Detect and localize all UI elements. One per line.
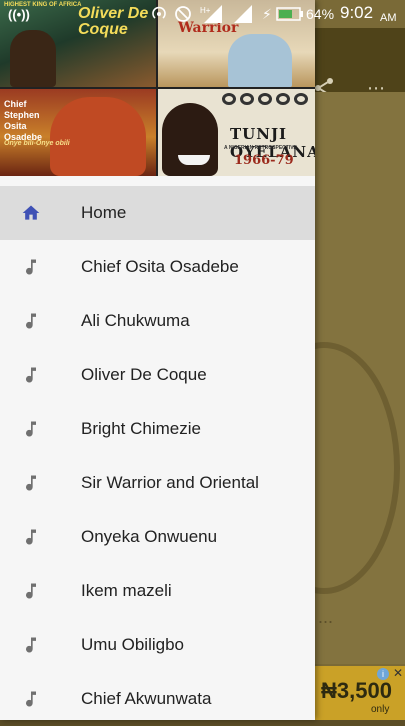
cover-subtitle: A NIGERIAN RETROSPECTIVE [224, 145, 297, 151]
cover-decoration [222, 93, 312, 105]
cover-title: Chief Stephen Osita Osadebe [4, 99, 43, 142]
menu-item-bright-chimezie[interactable]: Bright Chimezie [0, 402, 315, 456]
cover-figure [228, 34, 292, 87]
menu-item-sir-warrior[interactable]: Sir Warrior and Oriental [0, 456, 315, 510]
home-icon [22, 205, 40, 220]
drawer-menu: Home Chief Osita Osadebe Ali Chukwuma Ol… [0, 186, 315, 726]
music-note-icon [26, 475, 36, 491]
cover-script: Onye bili-Onye obili [4, 140, 70, 147]
music-note-icon [26, 367, 36, 383]
cover-figure [50, 97, 146, 176]
ad-close-icon[interactable]: ✕ [393, 666, 403, 680]
signal-icon [232, 4, 254, 24]
menu-item-oliver-de-coque[interactable]: Oliver De Coque [0, 348, 315, 402]
menu-item-chief-akwunwata[interactable]: Chief Akwunwata [0, 672, 315, 726]
charging-icon: ⚡ [262, 5, 272, 22]
menu-item-ikem-mazeli[interactable]: Ikem mazeli [0, 564, 315, 618]
album-cover-osadebe: Chief Stephen Osita Osadebe Onye bili-On… [0, 89, 156, 176]
menu-item-chief-osita-osadebe[interactable]: Chief Osita Osadebe [0, 240, 315, 294]
navigation-drawer: HIGHEST KING OF AFRICA Oliver De Coque W… [0, 0, 315, 720]
album-cover-tunji-oyelana: TUNJI OYELANA A NIGERIAN RETROSPECTIVE 1… [158, 89, 315, 176]
menu-item-ali-chukwuma[interactable]: Ali Chukwuma [0, 294, 315, 348]
broadcast-icon: ((•)) [8, 6, 30, 22]
signal-h-plus-icon: H+ [200, 4, 224, 24]
menu-item-label: Ikem mazeli [81, 581, 172, 600]
clock-time: 9:02 [340, 3, 374, 22]
battery-percent: 64% [306, 6, 335, 22]
menu-item-label: Bright Chimezie [81, 419, 201, 438]
cover-figure [162, 103, 218, 176]
music-note-icon [26, 313, 36, 329]
music-note-icon [26, 421, 36, 437]
menu-item-label: Umu Obiligbo [81, 635, 184, 654]
ad-info-icon[interactable]: i [377, 668, 389, 680]
music-note-icon [26, 583, 36, 599]
cover-figure [10, 30, 56, 87]
menu-item-label: Ali Chukwuma [81, 311, 190, 330]
clock-ampm: AM [380, 12, 397, 24]
music-note-icon [26, 259, 36, 275]
battery-icon [276, 4, 304, 24]
menu-item-label: Chief Akwunwata [81, 689, 212, 708]
menu-item-label: Onyeka Onwuenu [81, 527, 218, 546]
status-bar: ((•)) H+ ⚡ 64% 9:02 AM [0, 0, 405, 28]
menu-item-umu-obiligbo[interactable]: Umu Obiligbo [0, 618, 315, 672]
menu-item-label: Oliver De Coque [81, 365, 207, 384]
ad-text: ₦3,500 [321, 678, 392, 703]
svg-text:H+: H+ [200, 6, 211, 15]
music-note-icon [26, 637, 36, 653]
menu-item-label: Sir Warrior and Oriental [81, 473, 259, 492]
menu-item-home[interactable]: Home [0, 186, 315, 240]
cover-years: 1966-79 [234, 153, 294, 168]
menu-item-label: Chief Osita Osadebe [81, 257, 239, 276]
music-note-icon [26, 691, 36, 707]
do-not-disturb-icon [174, 4, 192, 24]
ad-subtext: only [371, 704, 390, 715]
ellipsis-text: ... [318, 607, 334, 627]
menu-item-label: Home [81, 203, 127, 222]
ad-banner[interactable]: ₦3,500 only i ✕ [315, 666, 405, 720]
music-note-icon [26, 529, 36, 545]
hotspot-icon [150, 4, 168, 24]
menu-item-onyeka-onwuenu[interactable]: Onyeka Onwuenu [0, 510, 315, 564]
